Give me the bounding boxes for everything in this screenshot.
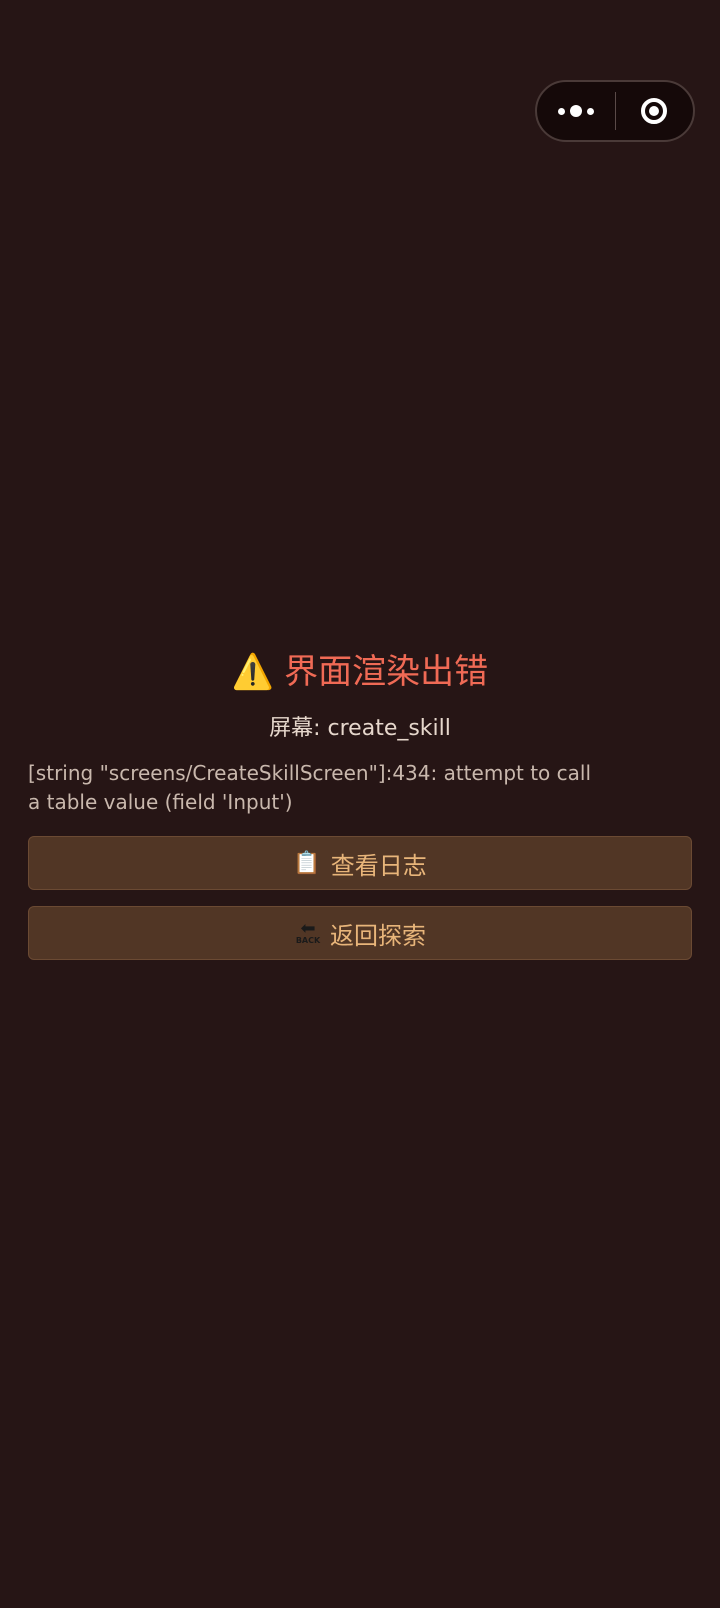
back-icon-text: BACK xyxy=(295,935,321,945)
error-message: [string "screens/CreateSkillScreen"]:434… xyxy=(28,761,592,814)
back-arrow-icon: ⬅ BACK xyxy=(295,917,321,945)
error-screen: ⚠️ 界面渲染出错 屏幕: create_skill [string "scree… xyxy=(0,0,720,1608)
screen-name-label: 屏幕: create_skill xyxy=(269,716,451,741)
back-to-explore-label: 返回探索 xyxy=(330,921,426,950)
miniprogram-capsule xyxy=(535,80,695,142)
back-to-explore-button[interactable]: ⬅ BACK 返回探索 xyxy=(28,906,692,960)
view-logs-button[interactable]: 📋 查看日志 xyxy=(28,836,692,890)
more-button[interactable] xyxy=(537,82,615,140)
target-circle-icon xyxy=(641,98,668,124)
error-title-text: 界面渲染出错 xyxy=(284,652,489,692)
warning-icon: ⚠️ xyxy=(231,652,275,692)
close-miniprogram-button[interactable] xyxy=(616,82,694,140)
error-title: ⚠️ 界面渲染出错 xyxy=(0,648,720,696)
more-dots-icon xyxy=(557,105,594,117)
view-logs-label: 查看日志 xyxy=(330,851,427,880)
clipboard-icon: 📋 xyxy=(293,850,321,876)
